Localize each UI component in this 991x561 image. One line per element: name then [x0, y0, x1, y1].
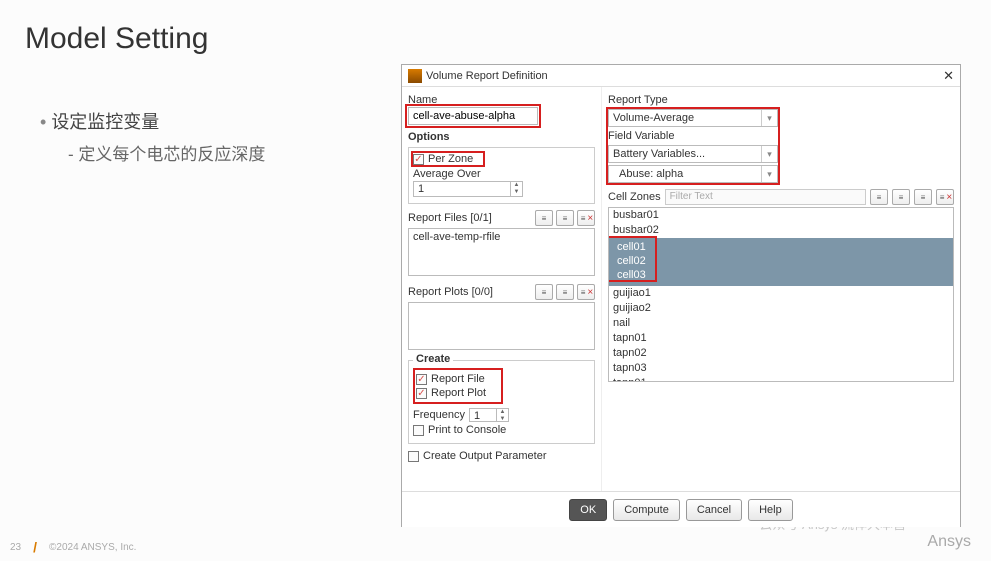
dialog-titlebar[interactable]: Volume Report Definition ✕: [402, 65, 960, 87]
list-item[interactable]: tapn02: [609, 346, 953, 361]
slide-title: Model Setting: [25, 22, 208, 56]
options-label: Options: [408, 131, 595, 143]
average-over-spinner[interactable]: 1 ▲▼: [413, 181, 523, 197]
list-item[interactable]: tapp01: [609, 376, 953, 382]
frequency-spinner[interactable]: 1 ▲▼: [469, 408, 509, 422]
average-over-value: 1: [414, 182, 510, 196]
list-item[interactable]: busbar02: [609, 223, 953, 238]
filter-btn-2[interactable]: ≡: [892, 189, 910, 205]
volume-report-definition-dialog: Volume Report Definition ✕ Name Options …: [401, 64, 961, 527]
filter-btn-1[interactable]: ≡: [870, 189, 888, 205]
frequency-value: 1: [470, 409, 496, 421]
print-to-console-checkbox[interactable]: Print to Console: [413, 424, 590, 436]
compute-button[interactable]: Compute: [613, 499, 680, 521]
app-icon: [408, 69, 422, 83]
report-plot-label: Report Plot: [431, 387, 486, 399]
frequency-label: Frequency: [413, 409, 465, 421]
average-over-label: Average Over: [413, 167, 590, 181]
chevron-down-icon: ▾: [761, 166, 777, 182]
list-item[interactable]: busbar01: [609, 208, 953, 223]
bullet-level-2: 定义每个电芯的反应深度: [68, 140, 265, 165]
field-variable-value: Abuse: alpha: [609, 166, 761, 182]
cell-zones-label: Cell Zones: [608, 191, 661, 203]
help-button[interactable]: Help: [748, 499, 793, 521]
report-type-label: Report Type: [608, 93, 954, 107]
list-item[interactable]: tapn03: [609, 361, 953, 376]
ok-button[interactable]: OK: [569, 499, 607, 521]
list-item[interactable]: tapn01: [609, 331, 953, 346]
list-btn-remove[interactable]: ≡: [577, 284, 595, 300]
page-number: 23: [10, 542, 21, 553]
dialog-title: Volume Report Definition: [426, 70, 548, 82]
report-plots-list[interactable]: [408, 302, 595, 350]
report-type-select[interactable]: Volume-Average ▾: [608, 109, 778, 127]
per-zone-checkbox[interactable]: ✓ Per Zone: [413, 153, 483, 165]
filter-btn-3[interactable]: ≡: [914, 189, 932, 205]
list-btn-2[interactable]: ≡: [556, 210, 574, 226]
report-file-checkbox[interactable]: ✓ Report File: [416, 373, 500, 385]
list-btn-1[interactable]: ≡: [535, 210, 553, 226]
per-zone-label: Per Zone: [428, 153, 473, 165]
list-item[interactable]: guijiao1: [609, 286, 953, 301]
report-plot-checkbox[interactable]: ✓ Report Plot: [416, 387, 500, 399]
divider-slash: /: [33, 539, 37, 555]
create-section-label: Create: [413, 353, 453, 365]
print-to-console-label: Print to Console: [428, 424, 506, 436]
report-files-label: Report Files [0/1]: [408, 212, 492, 224]
field-category-select[interactable]: Battery Variables... ▾: [608, 145, 778, 163]
list-btn-2[interactable]: ≡: [556, 284, 574, 300]
brand-logo: Ansys: [927, 533, 971, 551]
cell-zones-filter[interactable]: Filter Text: [665, 189, 866, 205]
cell-zones-list[interactable]: busbar01 busbar02 cell01 cell02 cell03 g…: [608, 207, 954, 382]
list-item[interactable]: nail: [609, 316, 953, 331]
list-item-selected[interactable]: cell01: [613, 240, 949, 254]
report-plots-label: Report Plots [0/0]: [408, 286, 493, 298]
close-icon[interactable]: ✕: [943, 68, 954, 84]
list-item-selected[interactable]: cell03: [613, 268, 949, 282]
list-item[interactable]: cell-ave-temp-rfile: [409, 229, 594, 245]
cancel-button[interactable]: Cancel: [686, 499, 742, 521]
filter-btn-clear[interactable]: ≡: [936, 189, 954, 205]
create-output-parameter-checkbox[interactable]: Create Output Parameter: [408, 450, 595, 462]
bullet-level-1: 设定监控变量: [40, 108, 159, 134]
report-files-list[interactable]: cell-ave-temp-rfile: [408, 228, 595, 276]
create-output-parameter-label: Create Output Parameter: [423, 450, 547, 462]
field-variable-select[interactable]: Abuse: alpha ▾: [608, 165, 778, 183]
chevron-down-icon: ▾: [761, 110, 777, 126]
list-item[interactable]: guijiao2: [609, 301, 953, 316]
list-item-selected[interactable]: cell02: [613, 254, 949, 268]
copyright: ©2024 ANSYS, Inc.: [49, 542, 136, 553]
list-btn-1[interactable]: ≡: [535, 284, 553, 300]
list-btn-remove[interactable]: ≡: [577, 210, 595, 226]
field-variable-label: Field Variable: [608, 129, 778, 143]
report-type-value: Volume-Average: [609, 110, 761, 126]
report-file-label: Report File: [431, 373, 485, 385]
name-label: Name: [408, 93, 595, 107]
name-input[interactable]: [408, 107, 538, 125]
chevron-down-icon: ▾: [761, 146, 777, 162]
field-category-value: Battery Variables...: [609, 146, 761, 162]
